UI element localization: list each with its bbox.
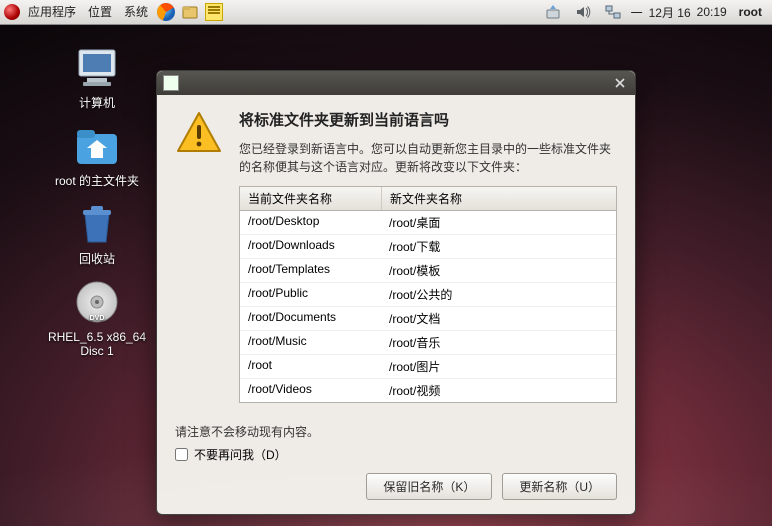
computer-icon — [73, 44, 121, 92]
warning-icon — [175, 109, 223, 157]
top-panel: 应用程序 位置 系统 一 12月 16 20:19 root — [0, 0, 772, 25]
desktop-icon-label: 计算机 — [42, 96, 152, 110]
menu-places[interactable]: 位置 — [82, 0, 118, 24]
clock-time[interactable]: 20:19 — [697, 5, 727, 19]
dialog-titlebar[interactable] — [157, 71, 635, 95]
table-row[interactable]: /root/Desktop/root/桌面 — [240, 211, 616, 235]
cell-new: /root/文档 — [381, 307, 616, 330]
firefox-icon[interactable] — [157, 3, 175, 21]
table-row[interactable]: /root/Downloads/root/下载 — [240, 235, 616, 259]
desktop-icon-disc[interactable]: DVD RHEL_6.5 x86_64 Disc 1 — [42, 278, 152, 358]
cell-new: /root/下载 — [381, 235, 616, 258]
desktop-icon-trash[interactable]: 回收站 — [42, 200, 152, 266]
menu-system[interactable]: 系统 — [118, 0, 154, 24]
file-manager-icon[interactable] — [181, 3, 199, 21]
table-row[interactable]: /root/Public/root/公共的 — [240, 283, 616, 307]
cell-old: /root/Templates — [240, 259, 381, 282]
window-icon — [163, 75, 179, 91]
keep-old-names-button[interactable]: 保留旧名称（K） — [366, 473, 492, 500]
dont-ask-checkbox[interactable]: 不要再问我（D） — [175, 446, 617, 463]
notes-icon[interactable] — [205, 3, 223, 21]
home-folder-icon — [73, 122, 121, 170]
cell-new: /root/桌面 — [381, 211, 616, 234]
table-row[interactable]: /root/Music/root/音乐 — [240, 331, 616, 355]
distro-logo-icon[interactable] — [4, 4, 20, 20]
table-row[interactable]: /root/Videos/root/视频 — [240, 379, 616, 402]
col-new-name[interactable]: 新文件夹名称 — [382, 187, 616, 210]
cell-old: /root/Documents — [240, 307, 381, 330]
trash-icon — [73, 200, 121, 248]
cell-new: /root/模板 — [381, 259, 616, 282]
update-names-button[interactable]: 更新名称（U） — [502, 473, 617, 500]
desktop-background: 应用程序 位置 系统 一 12月 16 20:19 root — [0, 0, 772, 526]
menu-applications[interactable]: 应用程序 — [22, 0, 82, 24]
folders-table: 当前文件夹名称 新文件夹名称 /root/Desktop/root/桌面/roo… — [239, 186, 617, 403]
close-button[interactable] — [611, 74, 629, 92]
table-row[interactable]: /root/Documents/root/文档 — [240, 307, 616, 331]
update-folders-dialog: 将标准文件夹更新到当前语言吗 您已经登录到新语言中。您可以自动更新您主目录中的一… — [156, 70, 636, 515]
system-tray: 一 12月 16 20:19 root — [541, 3, 768, 21]
dialog-message: 您已经登录到新语言中。您可以自动更新您主目录中的一些标准文件夹的名称便其与这个语… — [239, 140, 617, 176]
dialog-note: 请注意不会移动现有内容。 — [175, 423, 617, 440]
cell-old: /root/Desktop — [240, 211, 381, 234]
desktop-icon-label: 回收站 — [42, 252, 152, 266]
updates-icon[interactable] — [544, 3, 562, 21]
cell-new: /root/图片 — [381, 355, 616, 378]
user-menu[interactable]: root — [733, 5, 768, 19]
svg-text:DVD: DVD — [90, 315, 105, 322]
table-row[interactable]: /root/Templates/root/模板 — [240, 259, 616, 283]
cell-old: /root/Music — [240, 331, 381, 354]
dont-ask-label: 不要再问我（D） — [194, 446, 287, 463]
cell-old: /root/Downloads — [240, 235, 381, 258]
table-row[interactable]: /root/root/图片 — [240, 355, 616, 379]
cell-old: /root/Videos — [240, 379, 381, 402]
desktop-icon-home[interactable]: root 的主文件夹 — [42, 122, 152, 188]
desktop-icon-label: RHEL_6.5 x86_64 Disc 1 — [42, 330, 152, 358]
cell-new: /root/视频 — [381, 379, 616, 402]
desktop-icon-label: root 的主文件夹 — [42, 174, 152, 188]
network-icon[interactable] — [604, 3, 622, 21]
dialog-heading: 将标准文件夹更新到当前语言吗 — [239, 109, 617, 130]
cell-new: /root/音乐 — [381, 331, 616, 354]
clock-date[interactable]: 12月 16 — [649, 4, 691, 21]
cell-old: /root/Public — [240, 283, 381, 306]
volume-icon[interactable] — [574, 3, 592, 21]
dont-ask-input[interactable] — [175, 448, 188, 461]
cell-new: /root/公共的 — [381, 283, 616, 306]
table-header: 当前文件夹名称 新文件夹名称 — [240, 187, 616, 211]
clock-dayofweek[interactable]: 一 — [631, 4, 643, 21]
desktop-icon-computer[interactable]: 计算机 — [42, 44, 152, 110]
cell-old: /root — [240, 355, 381, 378]
dvd-icon: DVD — [73, 278, 121, 326]
col-old-name[interactable]: 当前文件夹名称 — [240, 187, 382, 210]
